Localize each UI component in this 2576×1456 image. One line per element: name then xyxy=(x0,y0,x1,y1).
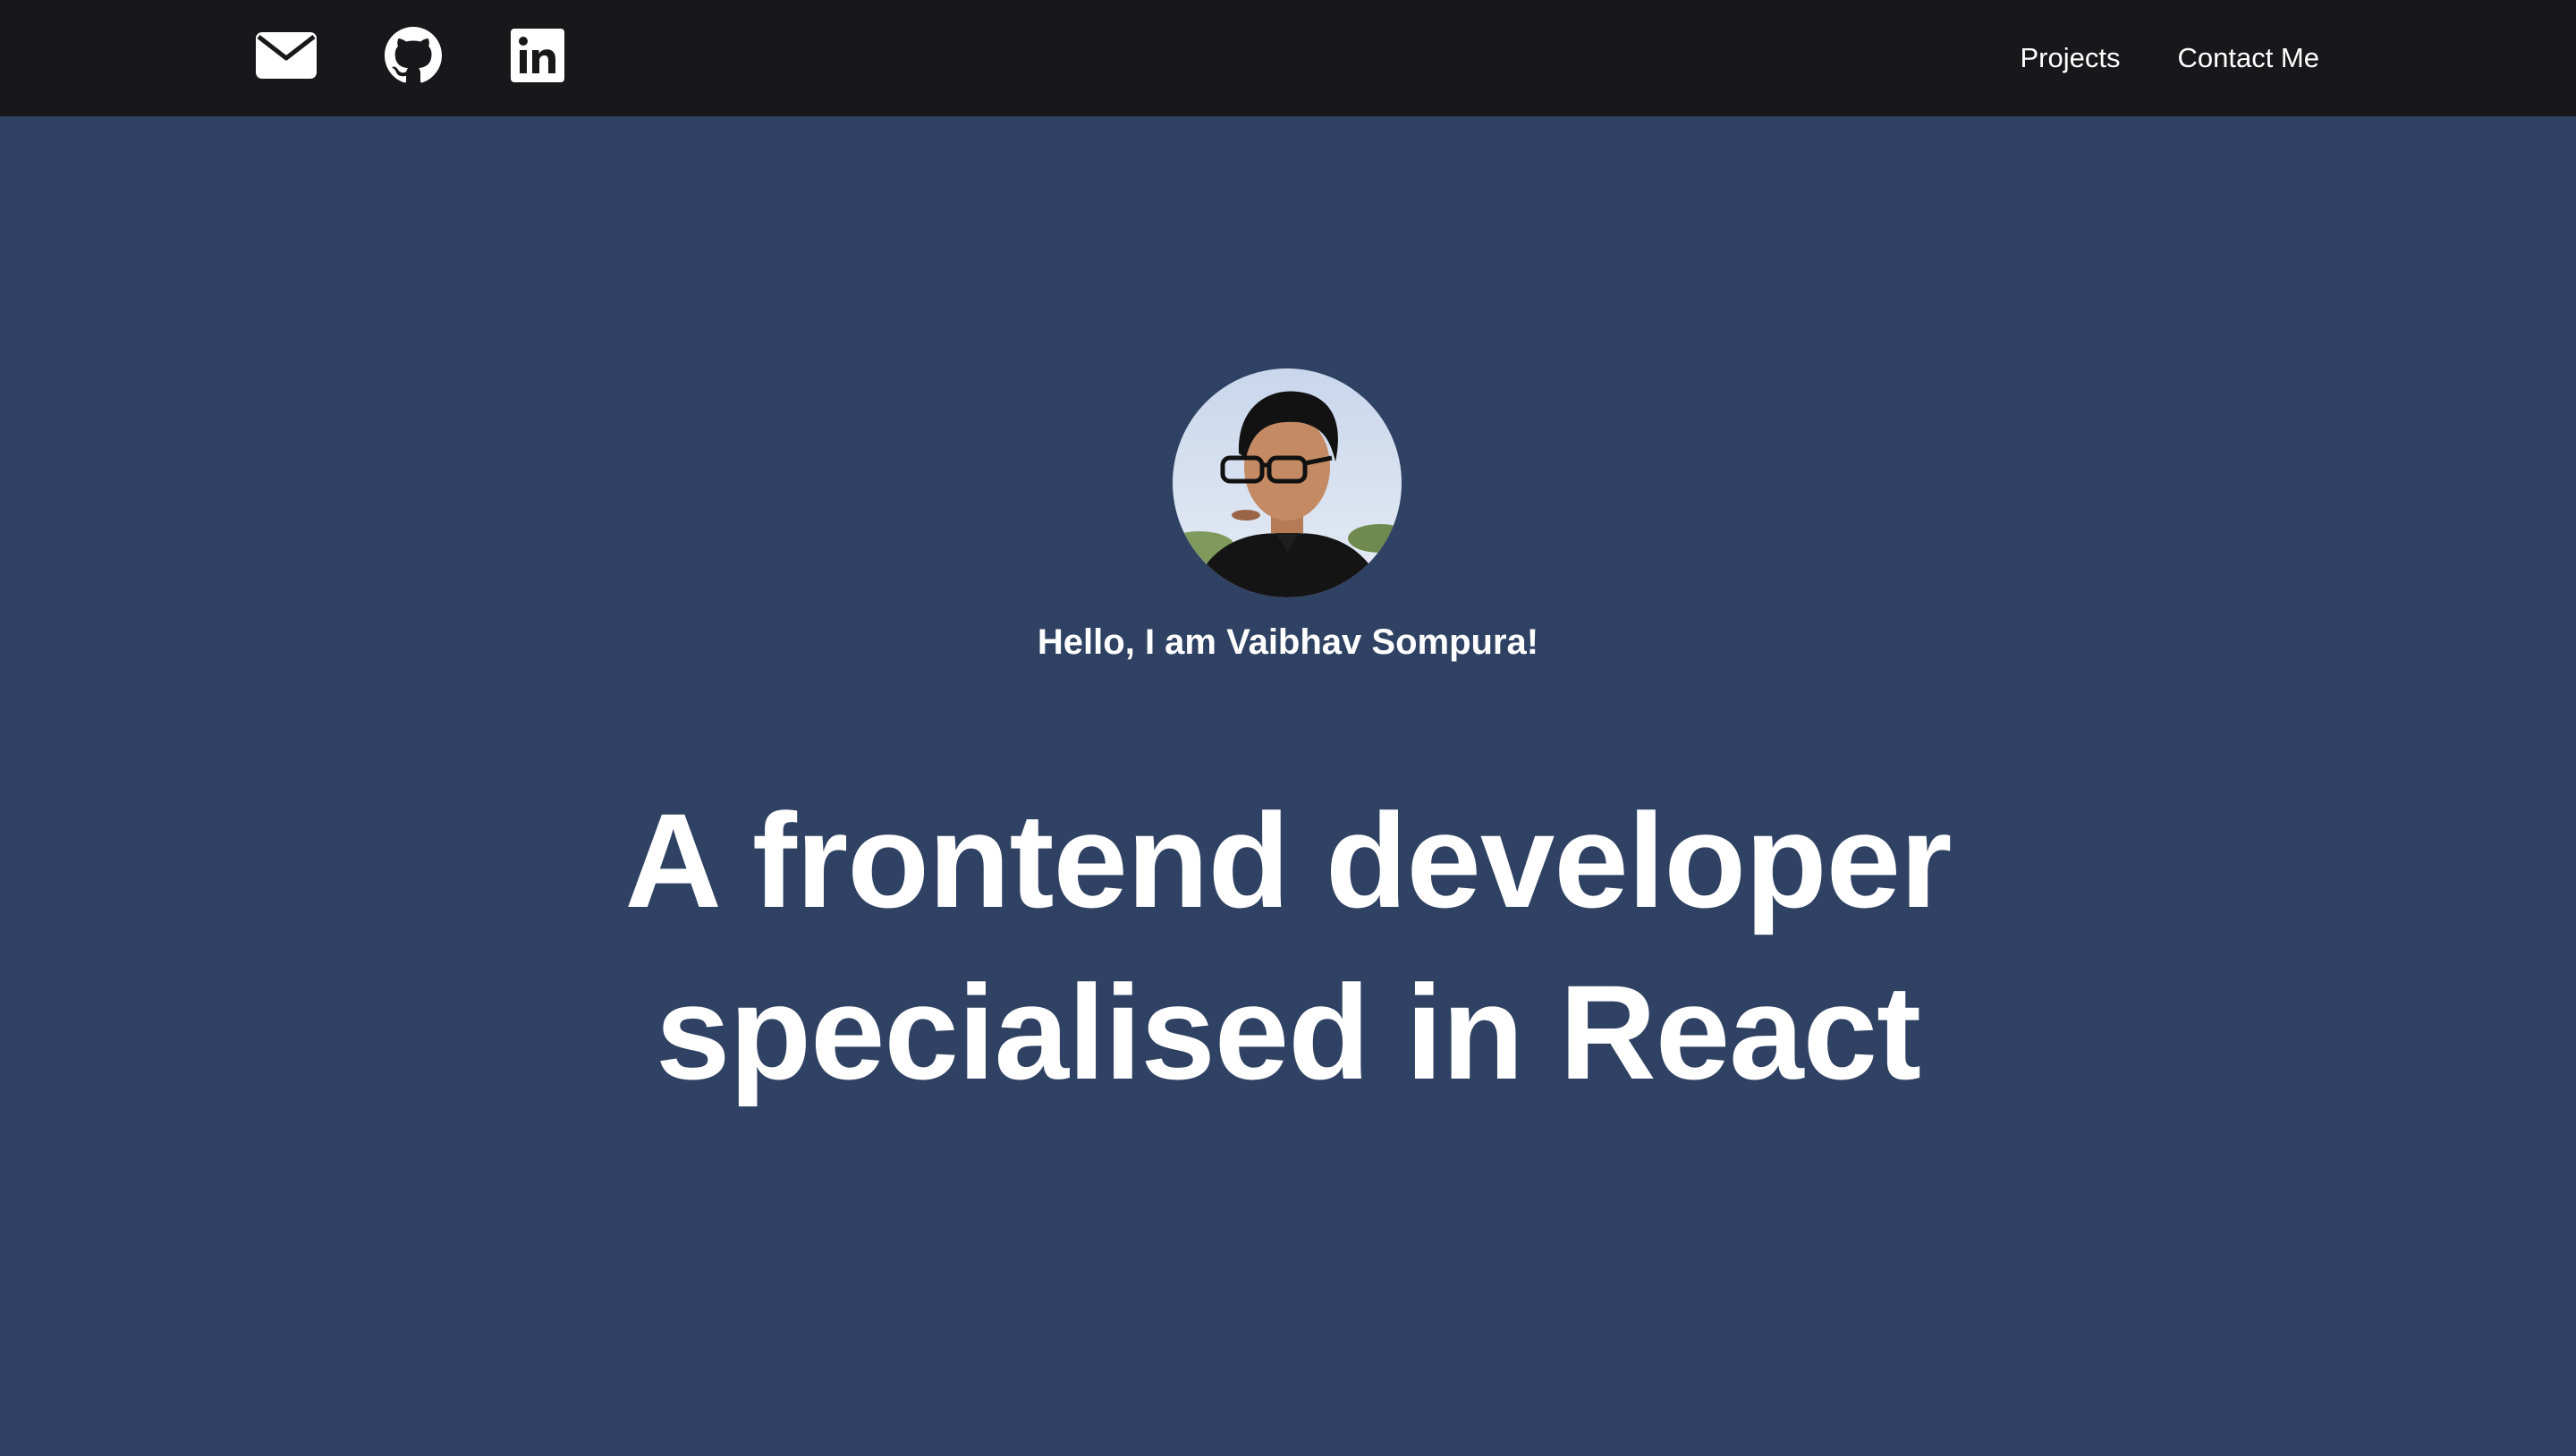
headline-line-2: specialised in React xyxy=(655,957,1921,1107)
nav-link-contact-me[interactable]: Contact Me xyxy=(2177,42,2319,74)
nav-link-projects[interactable]: Projects xyxy=(2021,42,2121,74)
greeting-text: Hello, I am Vaibhav Sompura! xyxy=(1037,622,1539,662)
headline: A frontend developer specialised in Reac… xyxy=(0,775,2576,1118)
linkedin-icon[interactable] xyxy=(510,27,565,84)
github-icon[interactable] xyxy=(385,27,442,84)
top-navbar: Projects Contact Me xyxy=(0,0,2576,116)
headline-line-1: A frontend developer xyxy=(624,785,1953,935)
profile-avatar xyxy=(1173,368,1402,597)
nav-links: Projects Contact Me xyxy=(2021,0,2320,116)
mail-icon[interactable] xyxy=(256,27,317,84)
